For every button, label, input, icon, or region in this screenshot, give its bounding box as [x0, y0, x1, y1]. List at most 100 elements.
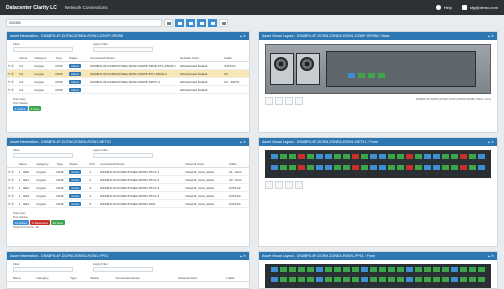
cell-device[interactable]: DSA$FN-4F-DCRM-ZONEA-ROW1-DZWP-SWTC-1	[89, 77, 180, 86]
patch-port[interactable]	[424, 267, 431, 272]
patch-port[interactable]	[442, 267, 449, 272]
patch-port[interactable]	[280, 267, 287, 272]
table-row[interactable]: ✎ ⚲ 1 - GE2 Copper RJ45 Active 3 DSA$FN-…	[7, 183, 249, 192]
switch-port[interactable]	[307, 154, 314, 159]
table-row[interactable]: ✎ ⚲ 1 - GE3 Copper RJ45 Active 4 DSA$FN-…	[7, 191, 249, 200]
patch-port[interactable]	[334, 267, 341, 272]
patch-port[interactable]	[361, 267, 368, 272]
row-actions[interactable]: ✎ ⚲	[7, 175, 18, 184]
patch-port[interactable]	[415, 267, 422, 272]
cell-device[interactable]: DSA$FN-4F-DCRM-ZONEA-ROW1-PTC1-3	[99, 183, 185, 192]
col-header[interactable]: Type	[69, 275, 90, 282]
patch-port[interactable]	[406, 277, 413, 282]
switch-port[interactable]	[370, 154, 377, 159]
switch-port[interactable]	[433, 165, 440, 170]
patch-port[interactable]	[388, 267, 395, 272]
switch-port[interactable]	[388, 154, 395, 159]
switch-port[interactable]	[298, 165, 305, 170]
switch-port[interactable]	[361, 165, 368, 170]
apply-filter-input[interactable]	[93, 267, 153, 272]
switch-port[interactable]	[280, 154, 287, 159]
patch-port[interactable]	[307, 277, 314, 282]
switch-port[interactable]	[289, 165, 296, 170]
switch-port[interactable]	[343, 165, 350, 170]
patch-port[interactable]	[415, 277, 422, 282]
cell-device[interactable]: DSA$FN-4F-DCRM-ZONEA-ROW1-PTC1-1	[99, 167, 185, 176]
port-c3[interactable]	[368, 73, 375, 78]
switch-port[interactable]	[451, 154, 458, 159]
zoom-out-button[interactable]	[275, 181, 283, 189]
patch-port[interactable]	[289, 277, 296, 282]
patch-port[interactable]	[343, 277, 350, 282]
patch-port[interactable]	[298, 267, 305, 272]
col-header[interactable]: Connected Device	[114, 275, 178, 282]
switch-port[interactable]	[352, 154, 359, 159]
table-row[interactable]: ✎ ⚲ C1 Copper RJ45 Active DSA$FN-4F-DCRM…	[7, 61, 249, 70]
collapse-icon[interactable]: ▴ ✕	[240, 34, 246, 38]
col-header[interactable]: Network Card	[177, 275, 226, 282]
switch-port[interactable]	[280, 165, 287, 170]
patch-port[interactable]	[316, 277, 323, 282]
switch-port[interactable]	[343, 154, 350, 159]
row-actions[interactable]: ✎ ⚲	[7, 199, 18, 208]
patch-port[interactable]	[406, 267, 413, 272]
switch-port[interactable]	[379, 165, 386, 170]
patch-port[interactable]	[388, 277, 395, 282]
patch-port[interactable]	[379, 277, 386, 282]
patch-port[interactable]	[451, 267, 458, 272]
export-button[interactable]	[295, 97, 303, 105]
col-header[interactable]: Status	[89, 275, 115, 282]
switch-port[interactable]	[271, 154, 278, 159]
switch-port[interactable]	[352, 165, 359, 170]
free-count-chip[interactable]: 36 Free	[50, 220, 65, 225]
switch-port[interactable]	[415, 165, 422, 170]
switch-port[interactable]	[433, 154, 440, 159]
zoom-in-button[interactable]	[265, 97, 273, 105]
patch-port[interactable]	[424, 277, 431, 282]
cell-device[interactable]: DSA$FN-4F-DCRM-ZONEA-ROW1-DZWP-PTC-PDAN-…	[89, 69, 180, 78]
switch-port[interactable]	[424, 154, 431, 159]
switch-port[interactable]	[424, 165, 431, 170]
cell-device[interactable]	[89, 85, 180, 94]
patch-port[interactable]	[442, 277, 449, 282]
zoom-out-button[interactable]	[275, 97, 283, 105]
switch-port[interactable]	[442, 154, 449, 159]
switch-port[interactable]	[316, 165, 323, 170]
switch-port[interactable]	[334, 154, 341, 159]
table-row[interactable]: ✎ ⚲ C3 Copper RJ45 Active DSA$FN-4F-DCRM…	[7, 77, 249, 86]
patch-port[interactable]	[370, 277, 377, 282]
patch-port[interactable]	[433, 267, 440, 272]
user-menu[interactable]: sfg@demo.com	[461, 5, 498, 10]
switch-port[interactable]	[325, 165, 332, 170]
patch-port[interactable]	[298, 277, 305, 282]
export-button[interactable]	[295, 181, 303, 189]
row-actions[interactable]: ✎ ⚲	[7, 61, 19, 70]
patch-port[interactable]	[271, 277, 278, 282]
switch-port[interactable]	[370, 165, 377, 170]
table-row[interactable]: ✎ ⚲ 1 - GE0 Copper RJ45 Active 1 DSA$FN-…	[7, 167, 249, 176]
patch-port[interactable]	[370, 267, 377, 272]
patch-port[interactable]	[352, 277, 359, 282]
patch-port[interactable]	[280, 277, 287, 282]
collapse-icon[interactable]: ▴ ✕	[488, 140, 494, 144]
row-actions[interactable]: ✎ ⚲	[7, 77, 19, 86]
collapse-icon[interactable]: ▴ ✕	[240, 140, 246, 144]
apply-filter-input[interactable]	[93, 47, 153, 52]
patch-port[interactable]	[469, 267, 476, 272]
switch-port[interactable]	[289, 154, 296, 159]
search-button[interactable]	[164, 19, 173, 27]
zoom-in-button[interactable]	[265, 181, 273, 189]
col-header[interactable]: Name	[11, 275, 36, 282]
patch-port[interactable]	[343, 267, 350, 272]
patch-port[interactable]	[379, 267, 386, 272]
patch-port[interactable]	[316, 267, 323, 272]
switch-port[interactable]	[361, 154, 368, 159]
switch-port[interactable]	[307, 165, 314, 170]
switch-port[interactable]	[478, 154, 485, 159]
settings-button[interactable]	[219, 19, 228, 27]
patch-port[interactable]	[433, 277, 440, 282]
switch-port[interactable]	[316, 154, 323, 159]
switch-port[interactable]	[469, 154, 476, 159]
row-actions[interactable]: ✎ ⚲	[7, 69, 19, 78]
layout-3-button[interactable]	[197, 19, 206, 27]
